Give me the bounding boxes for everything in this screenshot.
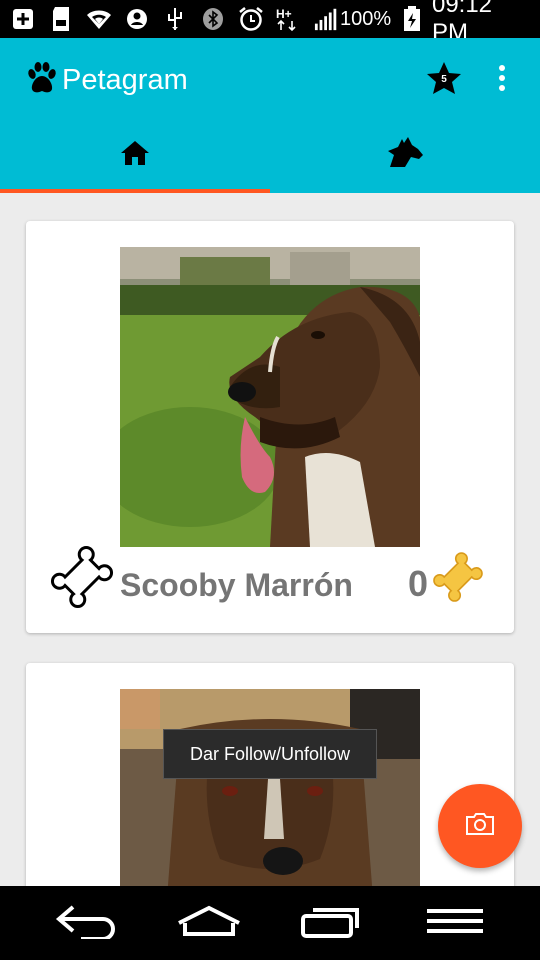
bluetooth-icon [200,6,226,32]
pet-photo [120,247,420,547]
home-outline-icon [177,905,241,942]
add-box-icon [10,6,36,32]
more-vert-icon [498,64,506,97]
pet-list[interactable]: Scooby Marrón 0 [0,193,540,886]
sd-card-icon [48,6,74,32]
back-button[interactable] [50,898,122,948]
recents-button[interactable] [296,898,368,948]
back-icon [55,903,117,944]
dog-head-icon [386,135,424,176]
camera-icon [465,812,495,841]
bone-outline-icon [50,545,114,613]
paw-icon [26,61,58,100]
battery-percent: 100% [340,7,392,30]
pet-photo [120,689,420,886]
app-title: Petagram [62,63,188,96]
pet-card: Scooby Marrón 0 [26,221,514,633]
camera-fab[interactable] [438,784,522,868]
home-button[interactable] [173,898,245,948]
menu-icon [426,908,483,939]
favorites-button[interactable]: 5 [424,60,464,100]
alarm-icon [238,6,264,32]
pet-likes-count: 0 [407,563,428,604]
wifi-icon [86,6,112,32]
tab-bar [0,122,540,193]
status-bar: H+ 100% 09:12 PM [0,0,540,46]
tab-home[interactable] [0,122,270,193]
overflow-menu-button[interactable] [482,60,522,100]
rate-pet-button[interactable] [50,545,114,609]
home-icon [120,140,150,171]
signal-icon [314,6,340,32]
gold-bone-icon [432,551,484,603]
tab-profile[interactable] [270,122,540,193]
app-bar: Petagram 5 [0,38,540,193]
follow-tooltip: Dar Follow/Unfollow [163,729,377,779]
hplus-data-icon: H+ [276,6,302,32]
account-circle-icon [124,6,150,32]
menu-button[interactable] [419,898,491,948]
pet-name: Scooby Marrón [120,567,353,603]
recents-icon [300,904,363,943]
toolbar: Petagram 5 [0,38,540,122]
usb-icon [162,6,188,32]
svg-text:H+: H+ [276,7,292,21]
favorites-count: 5 [441,74,447,85]
battery-charging-icon [399,6,424,32]
navigation-bar [0,886,540,960]
